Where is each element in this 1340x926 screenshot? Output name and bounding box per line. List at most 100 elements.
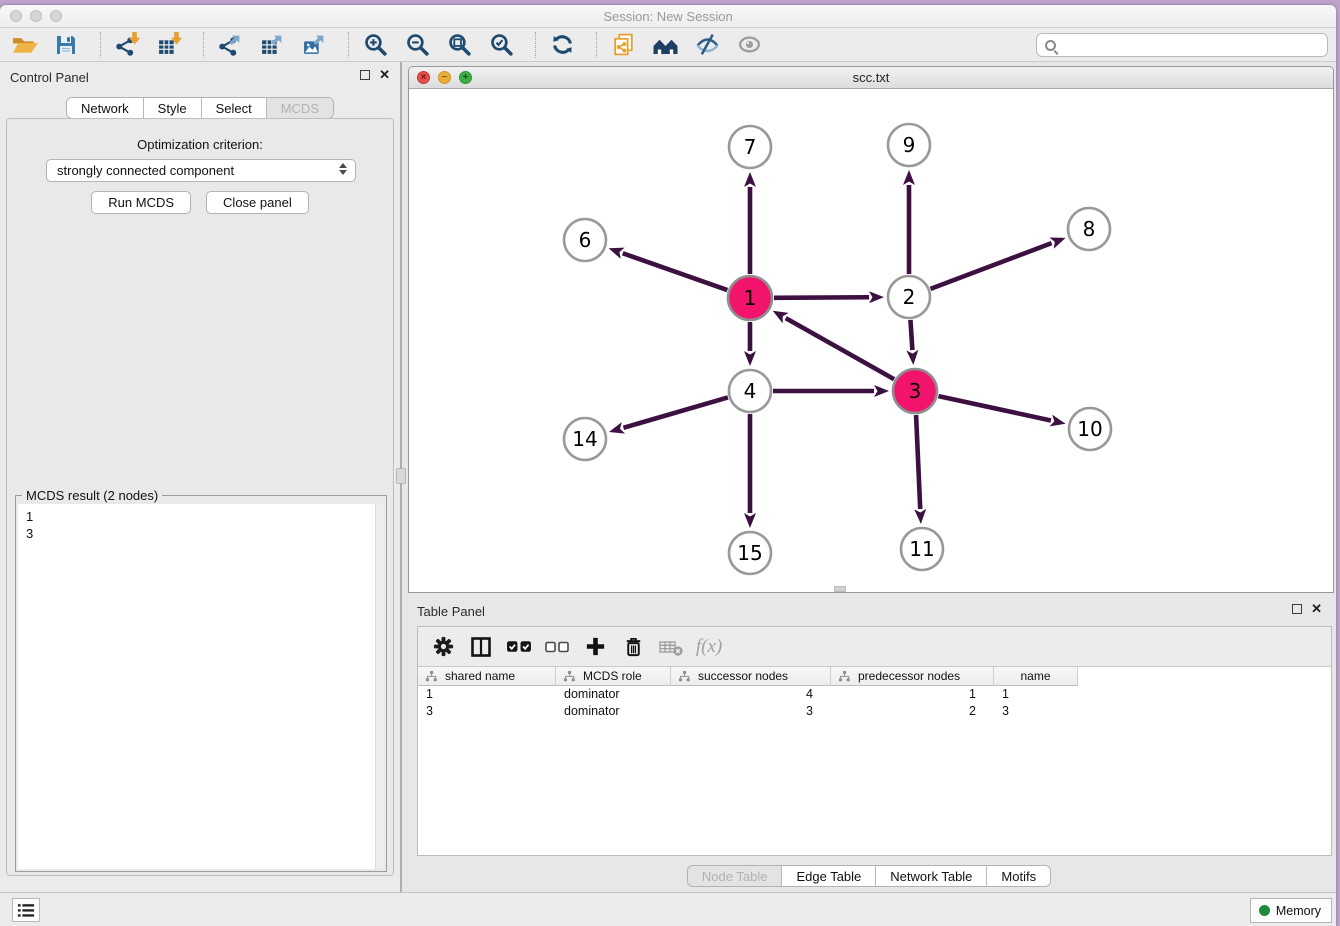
delete-table-icon [656, 633, 686, 661]
tab-select[interactable]: Select [202, 98, 267, 118]
select-all-icon[interactable] [504, 633, 534, 661]
search-icon [1045, 40, 1056, 51]
import-network-icon[interactable] [113, 31, 141, 59]
open-session-icon[interactable] [10, 31, 38, 59]
function-builder-icon: f(x) [694, 633, 724, 661]
edge-3-1[interactable] [786, 318, 894, 379]
network-canvas[interactable]: 7 9 6 8 1 2 4 3 14 10 15 11 [409, 89, 1333, 593]
import-table-icon[interactable] [155, 31, 183, 59]
network-window-titlebar: × − + scc.txt [409, 67, 1333, 89]
node-15[interactable]: 15 [729, 532, 771, 574]
tab-motifs[interactable]: Motifs [987, 866, 1050, 886]
edge-2-8[interactable] [931, 243, 1052, 289]
run-mcds-button[interactable]: Run MCDS [91, 191, 191, 214]
svg-text:8: 8 [1083, 217, 1096, 241]
tab-mcds[interactable]: MCDS [267, 98, 333, 118]
export-network-icon[interactable] [216, 31, 244, 59]
node-4[interactable]: 4 [729, 370, 771, 412]
node-1[interactable]: 1 [728, 276, 772, 320]
memory-button[interactable]: Memory [1250, 898, 1332, 923]
table-cell: 3 [994, 703, 1078, 720]
network-view-window: × − + scc.txt 7 9 6 8 1 2 4 3 14 10 15 11 [408, 66, 1334, 593]
table-cell: dominator [556, 703, 671, 720]
column-header-shared-name[interactable]: shared name [418, 667, 556, 686]
node-11[interactable]: 11 [901, 528, 943, 570]
node-table-block: f(x) shared nameMCDS rolesuccessor nodes… [417, 626, 1332, 856]
duplicate-network-icon[interactable] [609, 31, 637, 59]
svg-text:3: 3 [909, 379, 922, 403]
add-row-icon[interactable] [580, 633, 610, 661]
close-panel-button[interactable]: Close panel [206, 191, 309, 214]
toolbar-separator [596, 32, 597, 58]
task-history-button[interactable] [12, 898, 40, 922]
node-8[interactable]: 8 [1068, 208, 1110, 250]
edge-3-10[interactable] [938, 396, 1050, 420]
tab-edge-table[interactable]: Edge Table [782, 866, 876, 886]
edge-2-3[interactable] [910, 320, 912, 350]
toolbar-separator [100, 32, 101, 58]
list-icon [17, 903, 35, 918]
node-3[interactable]: 3 [893, 369, 937, 413]
tab-style[interactable]: Style [144, 98, 202, 118]
show-columns-icon[interactable] [466, 633, 496, 661]
table-row[interactable]: 1dominator411 [418, 686, 1331, 703]
table-cell: 4 [671, 686, 831, 703]
column-header-name[interactable]: name [994, 667, 1078, 686]
mcds-result-area[interactable]: 1 3 [18, 504, 384, 869]
first-neighbors-icon[interactable] [651, 31, 679, 59]
zoom-selected-icon[interactable] [487, 31, 515, 59]
node-2[interactable]: 2 [888, 276, 930, 318]
table-cell: 3 [671, 703, 831, 720]
node-14[interactable]: 14 [564, 418, 606, 460]
optimization-criterion-label: Optimization criterion: [7, 137, 393, 152]
result-scrollbar[interactable] [375, 504, 384, 869]
mcds-result-title: MCDS result (2 nodes) [22, 488, 162, 503]
table-tabs: Node TableEdge TableNetwork TableMotifs [402, 865, 1336, 887]
column-header-predecessor-nodes[interactable]: predecessor nodes [831, 667, 994, 686]
vertical-splitter-handle[interactable] [396, 468, 406, 484]
search-input[interactable] [1062, 35, 1327, 55]
export-image-icon[interactable] [300, 31, 328, 59]
refresh-view-icon[interactable] [548, 31, 576, 59]
network-window-title: scc.txt [409, 70, 1333, 85]
app-window: Session: New Session Control Panel ✕ Net… [0, 5, 1336, 926]
close-panel-icon[interactable]: ✕ [379, 70, 390, 80]
table-close-icon[interactable]: ✕ [1311, 604, 1322, 614]
zoom-out-icon[interactable] [403, 31, 431, 59]
edge-1-2[interactable] [774, 297, 869, 298]
zoom-in-icon[interactable] [361, 31, 389, 59]
node-10[interactable]: 10 [1069, 408, 1111, 450]
table-cell: 1 [994, 686, 1078, 703]
tab-node-table[interactable]: Node Table [688, 866, 783, 886]
float-panel-icon[interactable] [360, 70, 370, 80]
save-session-icon[interactable] [52, 31, 80, 59]
optimization-criterion-select[interactable]: strongly connected component [46, 159, 356, 182]
edge-3-11[interactable] [916, 415, 920, 509]
memory-label: Memory [1276, 904, 1321, 918]
select-stepper-icon [339, 163, 347, 175]
deselect-all-icon[interactable] [542, 633, 572, 661]
search-box[interactable] [1036, 33, 1328, 57]
table-settings-icon[interactable] [428, 633, 458, 661]
column-header-MCDS-role[interactable]: MCDS role [556, 667, 671, 686]
hide-selected-icon[interactable] [693, 31, 721, 59]
node-9[interactable]: 9 [888, 124, 930, 166]
tab-network[interactable]: Network [67, 98, 144, 118]
column-header-successor-nodes[interactable]: successor nodes [671, 667, 831, 686]
zoom-fit-icon[interactable] [445, 31, 473, 59]
edge-1-6[interactable] [623, 253, 728, 290]
svg-text:10: 10 [1077, 417, 1102, 441]
table-row[interactable]: 3dominator323 [418, 703, 1331, 720]
canvas-resize-handle[interactable] [834, 586, 846, 592]
table-float-icon[interactable] [1292, 604, 1302, 614]
node-7[interactable]: 7 [729, 126, 771, 168]
node-6[interactable]: 6 [564, 219, 606, 261]
delete-row-icon[interactable] [618, 633, 648, 661]
mcds-result-group: MCDS result (2 nodes) 1 3 [15, 495, 387, 872]
tab-network-table[interactable]: Network Table [876, 866, 987, 886]
toolbar-separator [203, 32, 204, 58]
main-toolbar [0, 28, 1336, 62]
edge-4-14[interactable] [623, 397, 728, 427]
table-panel-title: Table Panel [417, 604, 485, 619]
export-table-icon[interactable] [258, 31, 286, 59]
